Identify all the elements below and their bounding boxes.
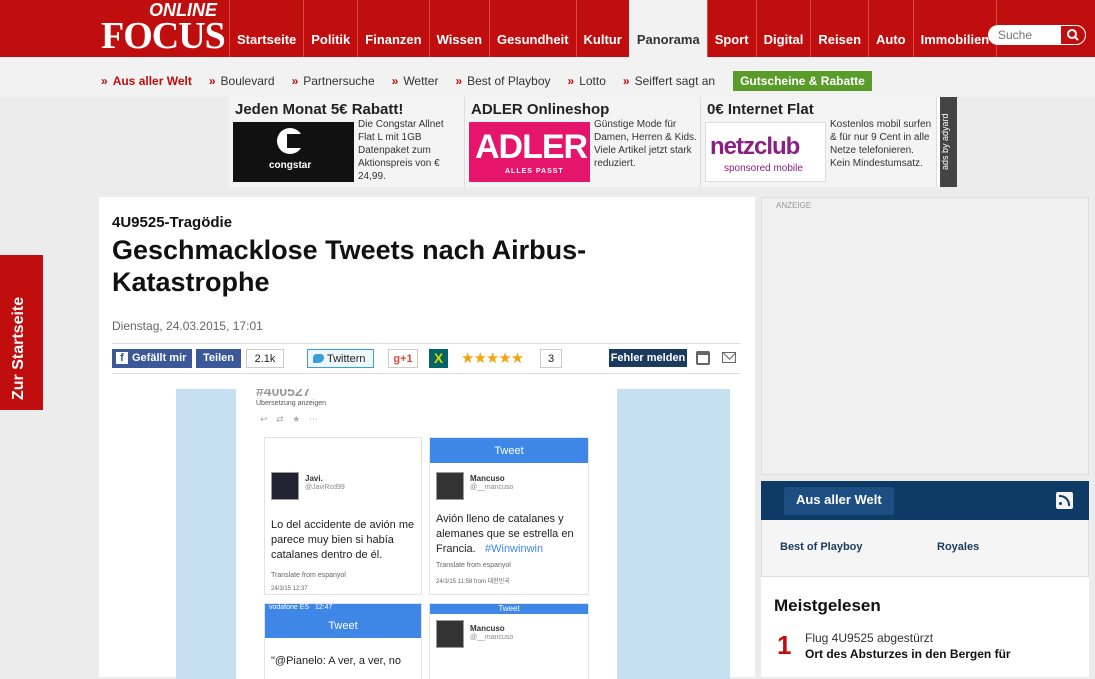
article-headline: Geschmacklose Tweets nach Airbus-Katastr… — [112, 235, 587, 297]
zur-startseite-tab[interactable]: Zur Startseite — [0, 255, 43, 410]
link-best-of-playboy[interactable]: Best of Playboy — [780, 541, 863, 553]
search-button[interactable] — [1060, 25, 1086, 45]
article-date: Dienstag, 24.03.2015, 17:01 — [112, 319, 263, 333]
subnav-lotto[interactable]: » Lotto — [568, 74, 606, 88]
ad-congstar[interactable]: Jeden Monat 5€ Rabatt! congstar Die Cong… — [229, 97, 465, 187]
nav-immobilien[interactable]: Immobilien — [912, 0, 997, 57]
subnav-best-of-playboy[interactable]: » Best of Playboy — [455, 74, 550, 88]
nav-gesundheit[interactable]: Gesundheit — [489, 0, 576, 57]
ad-text: Günstige Mode für Damen, Herren & Kids. … — [594, 119, 697, 169]
translate-link: Übersetzung anzeigen — [256, 400, 327, 407]
rating-count: 3 — [540, 349, 562, 368]
aus-aller-welt-tab[interactable]: Aus aller Welt — [784, 487, 894, 515]
ad-title: ADLER Onlineshop — [471, 101, 610, 118]
ad-adler[interactable]: ADLER Onlineshop ADLER ALLES PASST Günst… — [465, 97, 701, 187]
meistgelesen-box: Meistgelesen 1 Flug 4U9525 abgestürzt Or… — [761, 577, 1089, 677]
tweet-action-icons: ↩ ⇄ ★ ⋯ — [260, 415, 318, 425]
logo-focus: FOCUS — [101, 15, 226, 57]
tweet-header: Tweet — [430, 604, 588, 614]
gutscheine-button[interactable]: Gutscheine & Rabatte — [733, 71, 872, 91]
subnav-partnersuche[interactable]: » Partnersuche — [292, 74, 375, 88]
tweet-header: Tweet — [265, 614, 421, 638]
subnav-seiffert[interactable]: » Seiffert sagt an — [623, 74, 715, 88]
article-kicker: 4U9525-Tragödie — [112, 214, 233, 231]
aus-aller-welt-links: Best of Playboy Royales — [761, 520, 1089, 577]
print-icon[interactable] — [696, 351, 710, 365]
avatar — [271, 472, 299, 500]
avatar — [436, 472, 464, 500]
aus-aller-welt-box: Aus aller Welt — [761, 481, 1089, 520]
facebook-share-button[interactable]: Teilen — [196, 349, 241, 368]
congstar-logo: congstar — [233, 122, 354, 182]
top-article-title[interactable]: Ort des Absturzes in den Bergen für — [805, 647, 1011, 661]
tweet-card-javi: Javi. @JaviRcd99 Lo del accidente de avi… — [264, 437, 422, 595]
nav-wissen[interactable]: Wissen — [428, 0, 489, 57]
mail-icon[interactable] — [722, 352, 736, 363]
subnav-wetter[interactable]: » Wetter — [392, 74, 439, 88]
tweet-card-3: vodafone ES 12:47 Tweet "@Pianelo: A ver… — [264, 603, 422, 679]
ad-title: 0€ Internet Flat — [707, 101, 814, 118]
focus-logo[interactable]: ONLINE FOCUS — [97, 0, 229, 57]
facebook-like-button[interactable]: f Gefällt mir — [112, 349, 192, 368]
anzeige-label: ANZEIGE — [776, 201, 812, 210]
top-article-kicker[interactable]: Flug 4U9525 abgestürzt — [805, 631, 933, 645]
nav-startseite[interactable]: Startseite — [229, 0, 303, 57]
search-box — [988, 25, 1086, 45]
rss-icon[interactable] — [1056, 492, 1073, 509]
tweet-header: Tweet — [430, 438, 588, 463]
nav-auto[interactable]: Auto — [868, 0, 913, 57]
meistgelesen-title: Meistgelesen — [774, 596, 881, 615]
netzclub-logo: netzclub sponsored mobile — [705, 122, 826, 182]
nav-finanzen[interactable]: Finanzen — [357, 0, 428, 57]
article-image: #400527 Übersetzung anzeigen ↩ ⇄ ★ ⋯ Jav… — [176, 389, 730, 679]
ad-netzclub[interactable]: 0€ Internet Flat netzclub sponsored mobi… — [701, 97, 937, 187]
sub-nav: » Aus aller Welt » Boulevard » Partnersuche… — [101, 71, 872, 91]
article: 4U9525-Tragödie Geschmacklose Tweets nac… — [99, 197, 755, 679]
ads-by-adyard[interactable]: ads by adyard — [940, 97, 957, 187]
subnav-aus-aller-welt[interactable]: » Aus aller Welt — [101, 74, 192, 88]
rating-stars[interactable]: ★★★★★ — [461, 349, 524, 367]
facebook-icon: f — [116, 352, 128, 364]
ad-title: Jeden Monat 5€ Rabatt! — [235, 101, 404, 118]
ad-slot: ANZEIGE — [761, 197, 1089, 475]
search-input[interactable] — [998, 28, 1068, 42]
nav-kultur[interactable]: Kultur — [575, 0, 629, 57]
divider — [112, 373, 740, 374]
xing-button[interactable]: X — [429, 349, 448, 368]
twitter-button[interactable]: Twittern — [307, 349, 374, 368]
nav-digital[interactable]: Digital — [755, 0, 811, 57]
rank-number: 1 — [777, 630, 792, 660]
nav-sport[interactable]: Sport — [706, 0, 756, 57]
facebook-count: 2.1k — [246, 349, 284, 368]
link-royales[interactable]: Royales — [937, 541, 979, 553]
subnav-boulevard[interactable]: » Boulevard — [209, 74, 275, 88]
ad-text: Die Congstar Allnet Flat L mit 1GB Daten… — [358, 119, 444, 182]
tweet-card-mancuso: Tweet Mancuso @__mancuso Avión lleno de … — [429, 437, 589, 595]
ad-text: Kostenlos mobil surfen & für nur 9 Cent … — [830, 119, 932, 169]
nav-panorama[interactable]: Panorama — [628, 0, 707, 57]
tweet-card-4: Tweet Mancuso @__mancuso — [429, 603, 589, 679]
nav-reisen[interactable]: Reisen — [810, 0, 868, 57]
divider — [112, 343, 740, 344]
top-bar: ONLINE FOCUS Startseite Politik Finanzen… — [0, 0, 1095, 57]
search-icon — [1067, 29, 1079, 41]
main-nav: Startseite Politik Finanzen Wissen Gesun… — [229, 0, 1046, 57]
ad-strip: Jeden Monat 5€ Rabatt! congstar Die Cong… — [229, 97, 957, 187]
twitter-bird-icon — [313, 354, 324, 363]
avatar — [436, 620, 464, 648]
nav-politik[interactable]: Politik — [303, 0, 357, 57]
sub-nav-bar: » Aus aller Welt » Boulevard » Partnersuche… — [0, 57, 1095, 97]
tweet-screenshot: #400527 Übersetzung anzeigen ↩ ⇄ ★ ⋯ Jav… — [236, 389, 617, 679]
google-plus-button[interactable]: g+1 — [388, 349, 418, 368]
adler-logo: ADLER ALLES PASST — [469, 122, 590, 182]
report-error-button[interactable]: Fehler melden — [609, 349, 687, 367]
